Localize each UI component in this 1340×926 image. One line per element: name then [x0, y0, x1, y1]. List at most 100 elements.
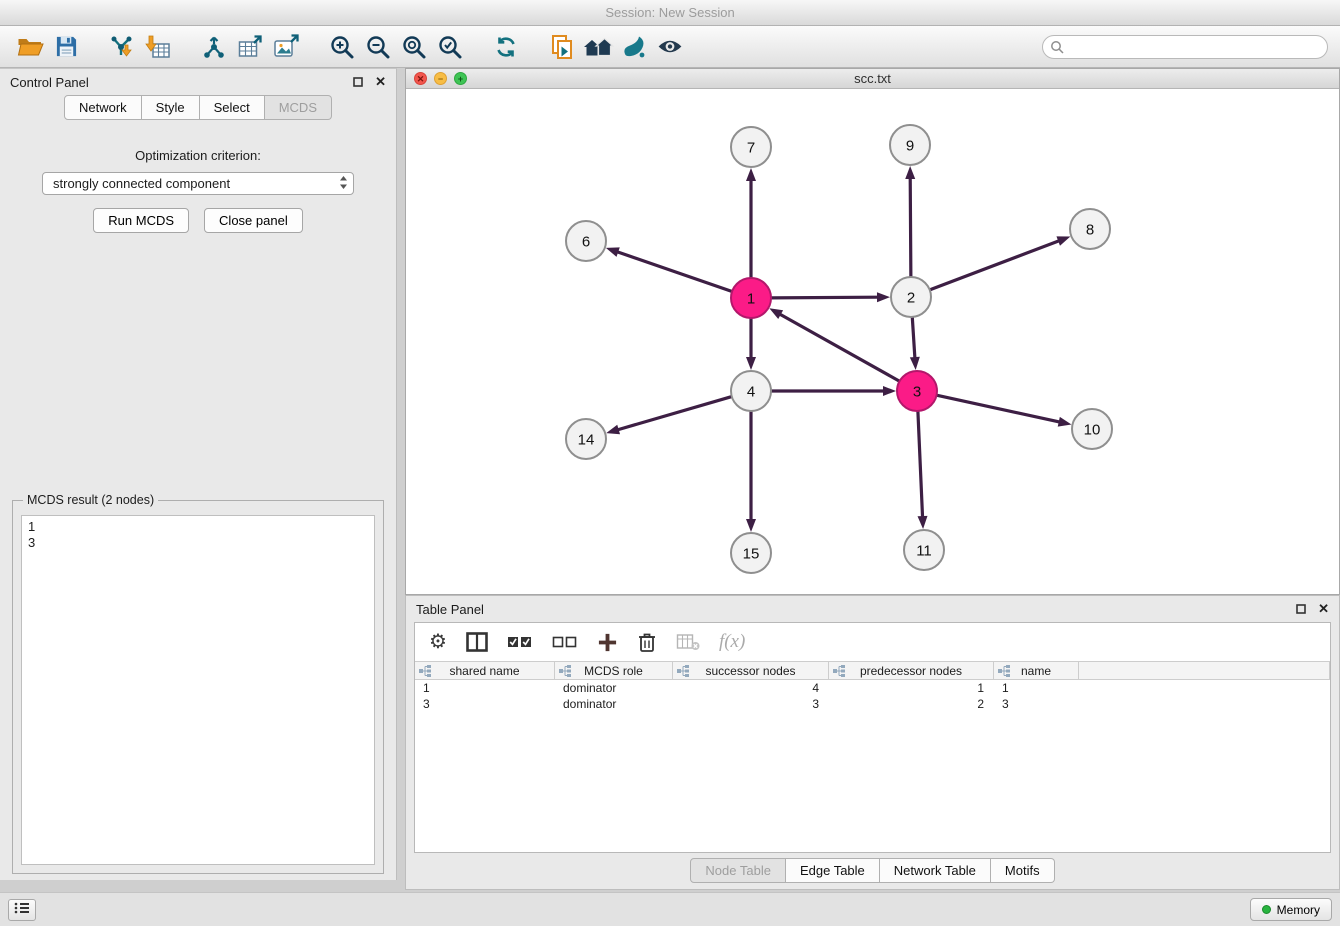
- table-header-row: shared nameMCDS role successor nodes prede…: [415, 661, 1330, 680]
- graph-edge-3-1[interactable]: [781, 315, 900, 382]
- table-row[interactable]: 3dominator323: [415, 696, 1330, 712]
- control-panel-tabs: NetworkStyleSelectMCDS: [0, 95, 396, 120]
- select-all-columns-button[interactable]: [507, 633, 533, 651]
- toolbar-separator: [468, 46, 488, 47]
- close-window-icon[interactable]: ✕: [414, 72, 427, 85]
- table-tab-network-table[interactable]: Network Table: [880, 858, 991, 883]
- float-panel-icon[interactable]: [353, 77, 363, 87]
- minimize-window-icon[interactable]: −: [434, 72, 447, 85]
- mcds-result-item: 3: [28, 535, 368, 551]
- table-row[interactable]: 1dominator411: [415, 680, 1330, 696]
- maximize-window-icon[interactable]: +: [454, 72, 467, 85]
- zoom-in-button[interactable]: [324, 31, 360, 63]
- eye-icon: [656, 37, 684, 56]
- task-list-icon: [14, 902, 30, 917]
- network-view-titlebar: ✕ − + scc.txt: [406, 69, 1339, 89]
- optimization-select[interactable]: strongly connected component: [42, 172, 354, 195]
- network-view-title: scc.txt: [854, 71, 891, 86]
- apply-layout-button[interactable]: [488, 31, 524, 63]
- zoom-selected-button[interactable]: [432, 31, 468, 63]
- apply-style-button[interactable]: [616, 31, 652, 63]
- column-header-predecessor-nodes[interactable]: predecessor nodes: [829, 662, 994, 679]
- graph-node-label: 7: [747, 139, 755, 156]
- node-table-area: ⚙ f(x) shared nameMCDS role successor node…: [414, 622, 1331, 853]
- graph-node-label: 10: [1084, 421, 1101, 438]
- unselect-all-columns-button[interactable]: [552, 633, 578, 651]
- graph-node-label: 2: [907, 289, 915, 306]
- table-cell: dominator: [555, 680, 673, 696]
- graph-edge-arrow: [1058, 417, 1072, 427]
- copy-doc-icon: [549, 34, 575, 60]
- column-type-icon: [677, 665, 689, 680]
- graph-node-label: 9: [906, 137, 914, 154]
- column-header-successor-nodes[interactable]: successor nodes: [673, 662, 829, 679]
- graph-edge-1-2[interactable]: [771, 297, 877, 298]
- tab-style[interactable]: Style: [142, 95, 200, 120]
- zoom-selected-icon: [437, 34, 463, 60]
- gear-icon: ⚙: [429, 632, 447, 652]
- copy-view-button[interactable]: [544, 31, 580, 63]
- refresh-icon: [493, 34, 519, 60]
- optimization-select-value: strongly connected component: [53, 176, 339, 191]
- graph-edge-2-9[interactable]: [910, 179, 911, 277]
- graph-edge-arrow: [746, 357, 756, 370]
- table-cell: dominator: [555, 696, 673, 712]
- control-panel-title: Control Panel: [10, 75, 89, 90]
- graph-node-label: 15: [743, 545, 760, 562]
- show-columns-button[interactable]: [466, 632, 488, 652]
- delete-column-button[interactable]: [637, 631, 657, 653]
- zoom-out-button[interactable]: [360, 31, 396, 63]
- close-panel-icon[interactable]: ✕: [375, 76, 386, 88]
- import-table-button[interactable]: [140, 31, 176, 63]
- table-tab-motifs[interactable]: Motifs: [991, 858, 1055, 883]
- show-hide-button[interactable]: [652, 31, 688, 63]
- column-header-filler: [1079, 662, 1330, 679]
- task-history-button[interactable]: [8, 899, 36, 921]
- select-stepper-icon: [339, 175, 348, 193]
- run-mcds-button[interactable]: Run MCDS: [93, 208, 189, 233]
- table-tab-edge-table[interactable]: Edge Table: [786, 858, 880, 883]
- close-panel-button[interactable]: Close panel: [204, 208, 303, 233]
- function-builder-button: f(x): [719, 631, 745, 653]
- tab-network[interactable]: Network: [64, 95, 142, 120]
- column-header-mcds-role[interactable]: MCDS role: [555, 662, 673, 679]
- graph-edge-3-11[interactable]: [918, 411, 923, 516]
- memory-button[interactable]: Memory: [1250, 898, 1332, 921]
- column-header-name[interactable]: name: [994, 662, 1079, 679]
- table-cell: 3: [415, 696, 555, 712]
- add-column-button[interactable]: [597, 632, 618, 653]
- zoom-fit-button[interactable]: [396, 31, 432, 63]
- export-table-button[interactable]: [232, 31, 268, 63]
- graph-edge-4-14[interactable]: [619, 397, 732, 430]
- open-session-button[interactable]: [12, 31, 48, 63]
- table-tab-node-table[interactable]: Node Table: [690, 858, 786, 883]
- graph-edge-3-10[interactable]: [937, 395, 1059, 422]
- mcds-result-list[interactable]: 13: [21, 515, 375, 865]
- column-type-icon: [419, 665, 431, 680]
- graph-edge-arrow: [910, 357, 920, 370]
- close-table-panel-icon[interactable]: ✕: [1318, 603, 1329, 615]
- network-canvas[interactable]: 7968124314101511: [406, 89, 1339, 594]
- control-panel: Control Panel ✕ NetworkStyleSelectMCDS O…: [0, 68, 397, 880]
- status-bar: Memory: [0, 892, 1340, 926]
- first-neighbors-button[interactable]: [580, 31, 616, 63]
- export-image-button[interactable]: [268, 31, 304, 63]
- import-network-button[interactable]: [104, 31, 140, 63]
- graph-edge-2-3[interactable]: [912, 317, 915, 357]
- graph-node-label: 11: [916, 542, 932, 559]
- graph-node-label: 14: [578, 431, 595, 448]
- graph-edge-1-6[interactable]: [618, 252, 732, 291]
- column-header-shared-name[interactable]: shared name: [415, 662, 555, 679]
- tab-mcds[interactable]: MCDS: [265, 95, 332, 120]
- export-network-button[interactable]: [196, 31, 232, 63]
- mcds-result-item: 1: [28, 519, 368, 535]
- tab-select[interactable]: Select: [200, 95, 265, 120]
- folder-open-icon: [17, 35, 44, 58]
- search-input[interactable]: [1042, 35, 1328, 59]
- graph-node-label: 1: [747, 290, 755, 307]
- graph-edge-2-8[interactable]: [930, 241, 1059, 290]
- save-session-button[interactable]: [48, 31, 84, 63]
- table-settings-button[interactable]: ⚙: [429, 632, 447, 652]
- float-table-panel-icon[interactable]: [1296, 604, 1306, 614]
- column-header-label: successor nodes: [705, 664, 795, 678]
